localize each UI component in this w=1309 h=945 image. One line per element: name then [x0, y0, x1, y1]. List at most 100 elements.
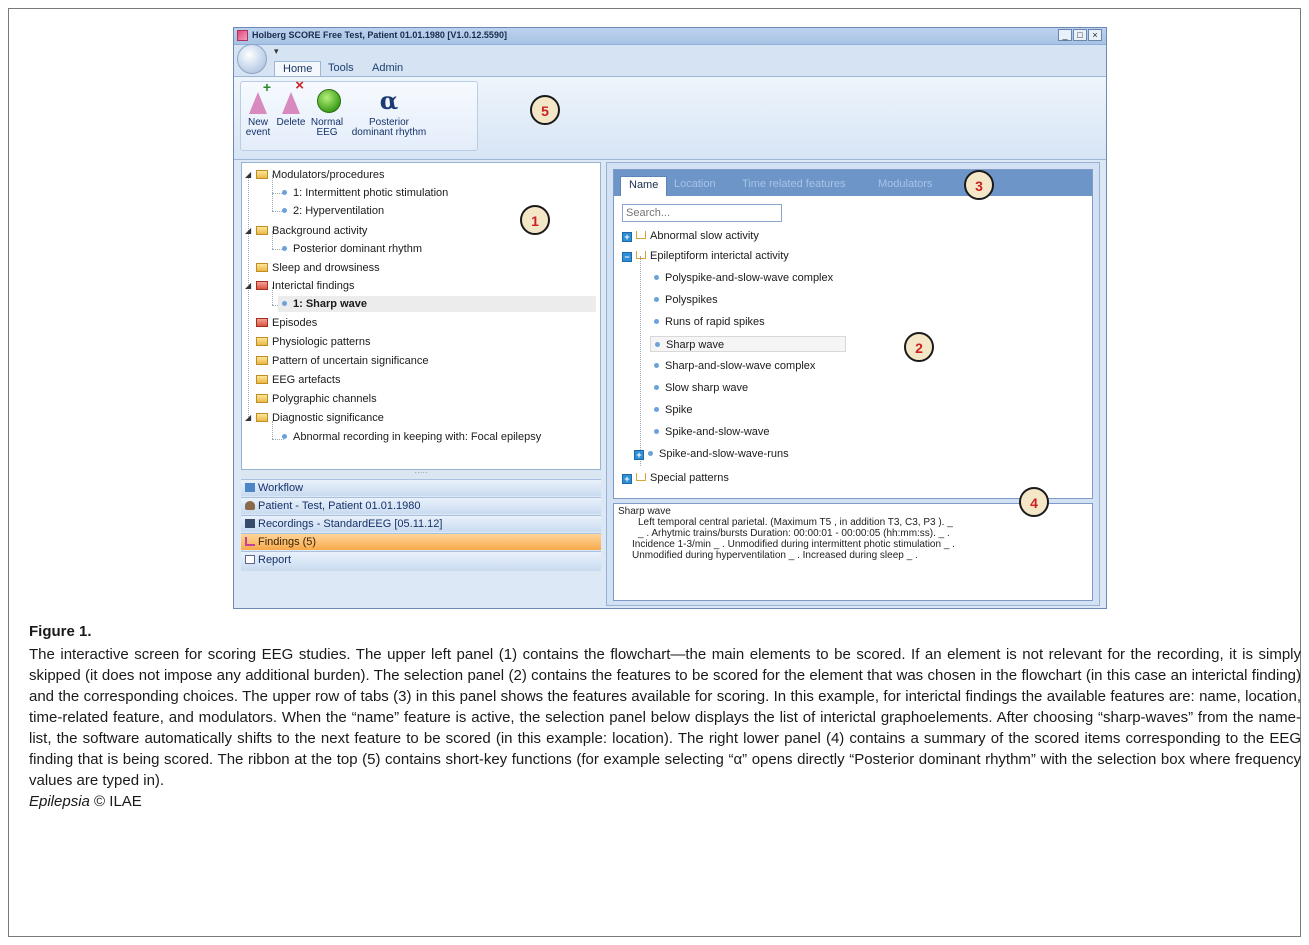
folder-icon — [256, 170, 268, 179]
tree-line — [640, 256, 641, 466]
callout-4: 4 — [1019, 487, 1049, 517]
node-label: Epileptiform interictal activity — [650, 250, 789, 262]
folder-icon — [256, 375, 268, 384]
collapse-icon[interactable]: ◢ — [245, 226, 251, 235]
element-sharp-wave[interactable]: Sharp wave — [650, 336, 846, 352]
application-orb-button[interactable] — [237, 44, 267, 74]
bullet-icon — [655, 342, 660, 347]
maximize-button[interactable]: □ — [1073, 29, 1087, 41]
flow-item-abnormal-recording[interactable]: Abnormal recording in keeping with: Foca… — [282, 429, 541, 445]
posterior-dominant-rhythm-button[interactable]: α Posterior dominant rhythm — [349, 86, 429, 138]
feature-tab-modulators[interactable]: Modulators — [870, 176, 940, 192]
expand-icon[interactable]: + — [634, 450, 644, 460]
flow-item-label: Physiologic patterns — [272, 336, 371, 348]
normal-eeg-label-2: EEG — [316, 127, 338, 138]
expand-icon[interactable]: + — [622, 232, 632, 242]
folder-icon — [256, 356, 268, 365]
folder-icon — [256, 413, 268, 422]
qat-dropdown-icon[interactable]: ▾ — [274, 46, 279, 57]
element-rapid-spikes[interactable]: Runs of rapid spikes — [654, 314, 765, 330]
window-controls: _ □ × — [1058, 29, 1102, 41]
new-event-button[interactable]: New event — [243, 82, 273, 138]
search-input[interactable] — [622, 204, 782, 222]
close-button[interactable]: × — [1088, 29, 1102, 41]
flow-item-background[interactable]: Background activity — [256, 223, 367, 239]
flow-item-photic[interactable]: 1: Intermittent photic stimulation — [282, 185, 448, 201]
flow-item-interictal[interactable]: Interictal findings — [256, 278, 355, 294]
flow-item-sharp-wave[interactable]: 1: Sharp wave — [278, 296, 596, 312]
bullet-icon — [648, 451, 653, 456]
flow-item-episodes[interactable]: Episodes — [256, 315, 317, 331]
element-spike-slow-wave-runs[interactable]: + Spike-and-slow-wave-runs — [634, 446, 789, 462]
app-window: Holberg SCORE Free Test, Patient 01.01.1… — [233, 27, 1107, 609]
flow-item-label: Posterior dominant rhythm — [293, 243, 422, 255]
alpha-symbol: α — [379, 86, 399, 115]
callout-5: 5 — [530, 95, 560, 125]
flow-item-diagnostic[interactable]: Diagnostic significance — [256, 410, 384, 426]
delete-button[interactable]: Delete — [274, 81, 308, 128]
node-epileptiform[interactable]: − Epileptiform interictal activity — [622, 248, 789, 264]
nav-label: Findings (5) — [258, 536, 317, 548]
nav-recordings[interactable]: Recordings - StandardEEG [05.11.12] — [241, 515, 601, 532]
flow-item-physiologic[interactable]: Physiologic patterns — [256, 334, 370, 350]
nav-label: Patient - Test, Patient 01.01.1980 — [258, 500, 421, 512]
posterior-label-2: dominant rhythm — [351, 127, 427, 138]
collapse-icon[interactable]: ◢ — [245, 413, 251, 422]
element-label: Sharp-and-slow-wave complex — [665, 360, 816, 372]
nav-patient[interactable]: Patient - Test, Patient 01.01.1980 — [241, 497, 601, 514]
collapse-icon[interactable]: − — [622, 252, 632, 262]
ribbon: New event Delete Normal EEG α Posterior … — [234, 76, 1106, 160]
panel-splitter[interactable]: ····· — [241, 469, 601, 478]
flow-item-label: Background activity — [272, 225, 368, 237]
folder-icon — [256, 281, 268, 290]
collapse-icon[interactable]: ◢ — [245, 281, 251, 290]
element-label: Spike — [665, 404, 693, 416]
tree-line — [248, 175, 249, 421]
ribbon-tab-tools[interactable]: Tools — [320, 61, 362, 76]
nav-label: Workflow — [258, 482, 304, 494]
element-label: Spike-and-slow-wave-runs — [659, 448, 789, 460]
flow-item-modulators[interactable]: Modulators/procedures — [256, 167, 385, 183]
node-special-patterns[interactable]: + Special patterns — [622, 470, 729, 486]
feature-tab-time[interactable]: Time related features — [734, 176, 854, 192]
callout-2: 2 — [904, 332, 934, 362]
element-sharp-slow-wave[interactable]: Sharp-and-slow-wave complex — [654, 358, 815, 374]
element-spike[interactable]: Spike — [654, 402, 693, 418]
copyright-symbol: © — [94, 793, 106, 810]
folder-icon — [256, 394, 268, 403]
bullet-icon — [654, 407, 659, 412]
element-polyspike-slow-wave[interactable]: Polyspike-and-slow-wave complex — [654, 270, 833, 286]
feature-tab-location[interactable]: Location — [666, 176, 724, 192]
figure-description: The interactive screen for scoring EEG s… — [29, 646, 1301, 789]
summary-line: Left temporal central parietal. (Maximum… — [638, 517, 953, 528]
node-label: Abnormal slow activity — [650, 230, 759, 242]
expand-icon[interactable]: + — [622, 474, 632, 484]
nav-workflow[interactable]: Workflow — [241, 479, 601, 496]
normal-eeg-button[interactable]: Normal EEG — [309, 86, 345, 138]
flow-item-label: Modulators/procedures — [272, 169, 385, 181]
quick-access-toolbar — [234, 45, 1106, 59]
element-polyspikes[interactable]: Polyspikes — [654, 292, 718, 308]
figure-title: Figure 1. — [29, 623, 92, 640]
folder-icon — [256, 263, 268, 272]
node-abnormal-slow[interactable]: + Abnormal slow activity — [622, 228, 759, 244]
element-spike-slow-wave[interactable]: Spike-and-slow-wave — [654, 424, 770, 440]
folder-icon — [256, 337, 268, 346]
minimize-button[interactable]: _ — [1058, 29, 1072, 41]
delete-label: Delete — [276, 117, 306, 128]
collapse-icon[interactable]: ◢ — [245, 170, 251, 179]
flow-item-polygraphic[interactable]: Polygraphic channels — [256, 391, 377, 407]
flow-item-hyperventilation[interactable]: 2: Hyperventilation — [282, 203, 384, 219]
flow-item-sleep[interactable]: Sleep and drowsiness — [256, 260, 380, 276]
nav-findings[interactable]: Findings (5) — [241, 533, 601, 550]
callout-3: 3 — [964, 170, 994, 200]
flow-item-artefacts[interactable]: EEG artefacts — [256, 372, 340, 388]
flow-item-posterior[interactable]: Posterior dominant rhythm — [282, 241, 422, 257]
nav-report[interactable]: Report — [241, 551, 601, 571]
nav-label: Report — [258, 554, 292, 566]
ribbon-tab-home[interactable]: Home — [274, 61, 322, 76]
element-slow-sharp-wave[interactable]: Slow sharp wave — [654, 380, 748, 396]
feature-tab-name[interactable]: Name — [620, 176, 668, 196]
flow-item-uncertain[interactable]: Pattern of uncertain significance — [256, 353, 429, 369]
ribbon-tab-admin[interactable]: Admin — [364, 61, 411, 76]
